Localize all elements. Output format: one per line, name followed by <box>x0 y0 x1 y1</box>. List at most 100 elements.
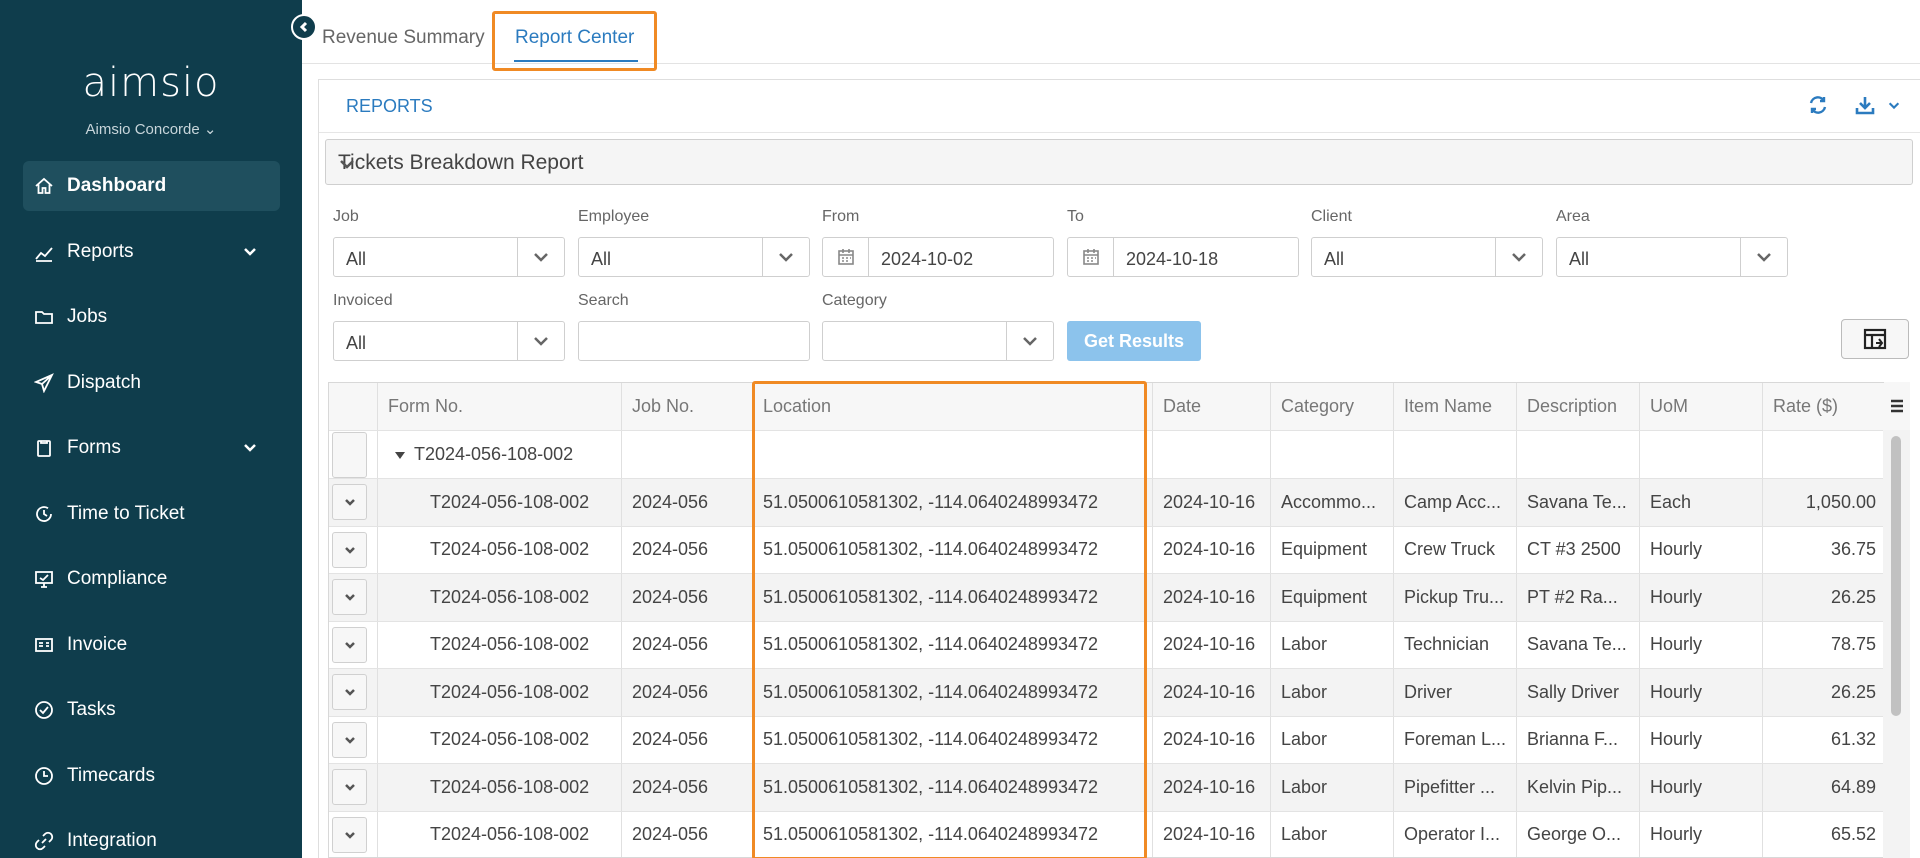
sidebar-item-label: Time to Ticket <box>67 502 185 524</box>
chevron-down-icon[interactable] <box>242 439 258 461</box>
group-label-cell[interactable]: T2024-056-108-002 <box>378 431 622 478</box>
chevron-down-icon[interactable] <box>242 243 258 265</box>
chevron-down-icon[interactable] <box>1495 238 1542 276</box>
tab-revenue-summary[interactable]: Revenue Summary <box>322 27 485 49</box>
collapse-sidebar-button[interactable] <box>291 14 317 40</box>
sidebar-item-compliance[interactable]: Compliance <box>23 554 280 604</box>
report-type-select[interactable]: Tickets Breakdown Report <box>325 139 1913 185</box>
rate-cell: 78.75 <box>1763 621 1887 668</box>
table-row[interactable]: T2024-056-108-002 2024-056 51.050061058130… <box>329 716 1887 764</box>
table-row[interactable]: T2024-056-108-002 2024-056 51.050061058130… <box>329 526 1887 574</box>
item-name-cell: Crew Truck <box>1394 526 1517 573</box>
from-date-field[interactable]: 2024-10-02 <box>822 237 1054 277</box>
sidebar-item-jobs[interactable]: Jobs <box>23 292 280 342</box>
row-expand-button[interactable] <box>332 531 367 568</box>
home-icon <box>33 175 55 197</box>
table-row[interactable]: T2024-056-108-002 2024-056 51.050061058130… <box>329 764 1887 812</box>
to-date-field[interactable]: 2024-10-18 <box>1067 237 1299 277</box>
header-item-name[interactable]: Item Name <box>1394 383 1517 430</box>
invoiced-select[interactable]: All <box>333 321 565 361</box>
sidebar-item-tasks[interactable]: Tasks <box>23 685 280 735</box>
uom-cell: Hourly <box>1640 526 1763 573</box>
sidebar-item-label: Timecards <box>67 764 155 786</box>
rate-cell: 1,050.00 <box>1763 479 1887 526</box>
sidebar-item-forms[interactable]: Forms <box>23 423 280 473</box>
row-expand-button[interactable] <box>332 674 367 711</box>
header-description[interactable]: Description <box>1517 383 1640 430</box>
header-category[interactable]: Category <box>1271 383 1394 430</box>
folder-icon <box>33 306 55 328</box>
caret-down-icon[interactable] <box>394 449 406 461</box>
employee-select[interactable]: All <box>578 237 810 277</box>
category-select[interactable] <box>822 321 1054 361</box>
job-value: All <box>346 249 367 269</box>
chevron-down-icon[interactable] <box>762 238 809 276</box>
table-row[interactable]: T2024-056-108-002 2024-056 51.050061058130… <box>329 811 1887 857</box>
client-select[interactable]: All <box>1311 237 1543 277</box>
tab-report-center[interactable]: Report Center <box>515 27 634 49</box>
chevron-down-icon <box>344 689 355 697</box>
chevron-down-icon[interactable] <box>517 322 564 360</box>
group-select-box[interactable] <box>332 431 367 478</box>
form-no-cell: T2024-056-108-002 <box>378 764 622 811</box>
row-expand-cell <box>329 479 378 526</box>
category-cell: Labor <box>1271 669 1394 716</box>
location-cell: 51.0500610581302, -114.0640248993472 <box>753 479 1153 526</box>
group-empty-cell <box>1517 431 1640 478</box>
from-date-value: 2024-10-02 <box>881 249 974 269</box>
table-row[interactable]: T2024-056-108-002 2024-056 51.050061058130… <box>329 669 1887 717</box>
row-expand-button[interactable] <box>332 769 367 806</box>
header-location[interactable]: Location <box>753 383 1153 430</box>
chevron-down-icon[interactable] <box>1740 238 1787 276</box>
header-date[interactable]: Date <box>1153 383 1271 430</box>
date-cell: 2024-10-16 <box>1153 574 1271 621</box>
header-rate[interactable]: Rate ($) <box>1763 383 1887 430</box>
calendar-icon[interactable] <box>1068 238 1114 276</box>
job-no-cell: 2024-056 <box>622 764 753 811</box>
row-expand-button[interactable] <box>332 626 367 663</box>
calendar-icon[interactable] <box>823 238 869 276</box>
area-select[interactable]: All <box>1556 237 1788 277</box>
grid-menu-button[interactable] <box>1884 382 1910 430</box>
table-row[interactable]: T2024-056-108-002 2024-056 51.050061058130… <box>329 479 1887 527</box>
invoice-icon <box>33 634 55 656</box>
header-expand-col <box>329 383 378 430</box>
get-results-button[interactable]: Get Results <box>1067 321 1201 361</box>
search-input[interactable] <box>578 321 810 361</box>
grid-scrollbar[interactable] <box>1883 430 1910 858</box>
sidebar-item-invoice[interactable]: Invoice <box>23 620 280 670</box>
monitor-check-icon <box>33 568 55 590</box>
rate-cell: 26.25 <box>1763 574 1887 621</box>
header-form-no[interactable]: Form No. <box>378 383 622 430</box>
row-expand-button[interactable] <box>332 721 367 758</box>
sidebar-item-integration[interactable]: Integration <box>23 816 280 858</box>
column-settings-button[interactable] <box>1841 319 1909 359</box>
job-select[interactable]: All <box>333 237 565 277</box>
header-uom[interactable]: UoM <box>1640 383 1763 430</box>
chevron-down-icon[interactable] <box>1887 98 1901 117</box>
rate-cell: 64.89 <box>1763 764 1887 811</box>
sidebar-item-dashboard[interactable]: Dashboard <box>23 161 280 211</box>
grid-header-row: Form No. Job No. Location Date Category … <box>329 383 1887 431</box>
table-row[interactable]: T2024-056-108-002 2024-056 51.050061058130… <box>329 574 1887 622</box>
scrollbar-thumb[interactable] <box>1891 436 1901 716</box>
group-row[interactable]: T2024-056-108-002 <box>329 431 1887 479</box>
chevron-down-icon <box>344 499 355 507</box>
table-row[interactable]: T2024-056-108-002 2024-056 51.050061058130… <box>329 621 1887 669</box>
category-cell: Labor <box>1271 716 1394 763</box>
sidebar-item-timecards[interactable]: Timecards <box>23 751 280 801</box>
chevron-down-icon[interactable] <box>517 238 564 276</box>
row-expand-button[interactable] <box>332 816 367 853</box>
app-logo[interactable]: aimsio <box>0 60 302 106</box>
row-expand-button[interactable] <box>332 484 367 521</box>
refresh-icon[interactable] <box>1807 94 1829 121</box>
sidebar-item-reports[interactable]: Reports <box>23 227 280 277</box>
chevron-down-icon[interactable] <box>1006 322 1053 360</box>
header-job-no[interactable]: Job No. <box>622 383 753 430</box>
uom-cell: Hourly <box>1640 811 1763 857</box>
sidebar-item-dispatch[interactable]: Dispatch <box>23 358 280 408</box>
org-selector[interactable]: Aimsio Concorde ⌄ <box>0 120 302 138</box>
row-expand-button[interactable] <box>332 579 367 616</box>
download-icon[interactable] <box>1854 94 1876 121</box>
sidebar-item-time-to-ticket[interactable]: Time to Ticket <box>23 489 280 539</box>
